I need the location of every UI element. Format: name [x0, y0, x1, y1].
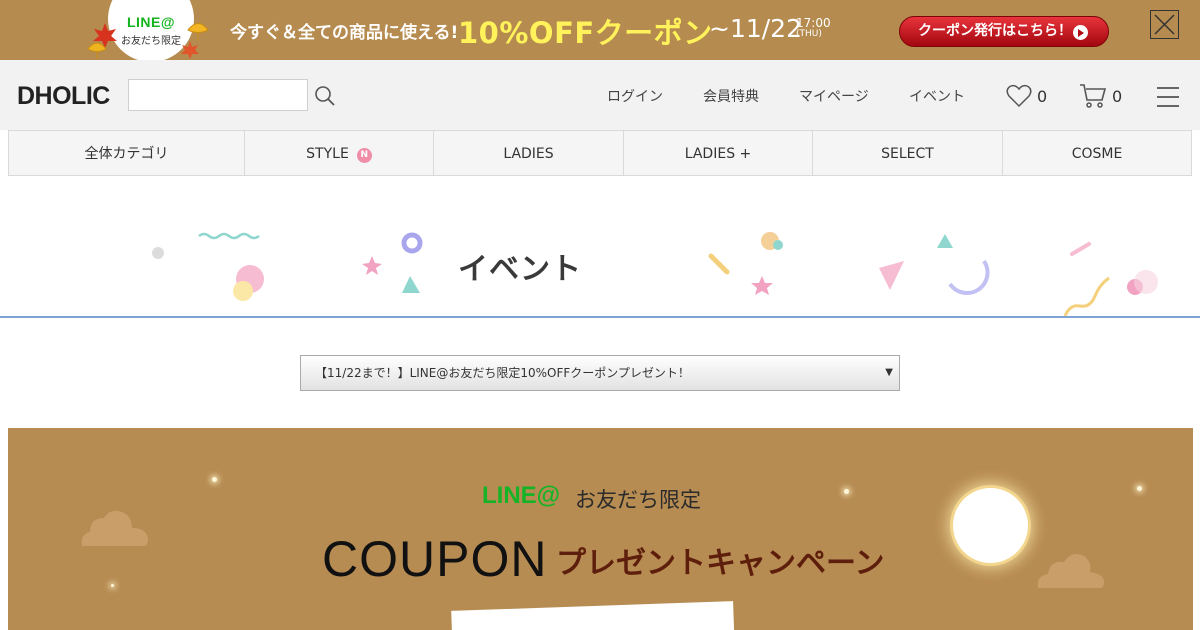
sparkle-icon: [212, 477, 217, 482]
cart-count: 0: [1112, 87, 1123, 106]
category-ladies[interactable]: LADIES: [434, 131, 624, 175]
event-title-area: イベント: [0, 176, 1200, 318]
coupon-heading: COUPON: [322, 531, 548, 587]
present-campaign-heading: プレゼントキャンペーン: [556, 546, 885, 581]
get-coupon-button-label: クーポン発行はこちら！: [918, 23, 1072, 39]
confetti-decoration: [152, 232, 1158, 316]
sparkle-icon: [111, 584, 114, 587]
coupon-campaign-banner: LINE@ お友だち限定 COUPON プレゼントキャンペーン: [8, 428, 1193, 630]
ginkgo-leaf-icon: [187, 23, 209, 41]
search-input[interactable]: [128, 79, 308, 111]
dropdown-arrow-icon: ▼: [885, 367, 893, 378]
promo-end-date: ~11/22: [709, 14, 802, 43]
friends-only-label: お友だち限定: [575, 488, 701, 512]
category-all[interactable]: 全体カテゴリ: [9, 131, 245, 175]
site-logo[interactable]: DHOLIC: [17, 82, 110, 111]
heart-icon[interactable]: [1006, 84, 1032, 108]
login-link[interactable]: ログイン: [607, 86, 663, 106]
promo-time-value: 17:00: [796, 16, 831, 30]
moon-illustration: [953, 488, 1028, 563]
play-arrow-icon: [1073, 25, 1088, 40]
category-nav: 全体カテゴリ STYLE N LADIES LADIES + SELECT COS…: [8, 130, 1192, 176]
category-label: LADIES: [503, 146, 554, 162]
cloud-icon: [1037, 554, 1104, 588]
line-logo: LINE@: [482, 482, 561, 509]
category-label: STYLE: [306, 146, 349, 162]
get-coupon-button[interactable]: クーポン発行はこちら！: [899, 16, 1109, 47]
event-select-dropdown[interactable]: 【11/22まで！】LINE@お友だち限定10%OFFクーポンプレゼント！ ▼: [300, 355, 900, 391]
promo-text: 今すぐ＆全ての商品に使える!: [230, 23, 459, 43]
promo-end-time: 17:00 (THU): [796, 16, 831, 40]
hamburger-menu-icon[interactable]: [1157, 87, 1179, 107]
search-icon[interactable]: [314, 85, 336, 107]
sparkle-icon: [1137, 486, 1142, 491]
new-badge: N: [356, 148, 372, 163]
cart-icon[interactable]: [1079, 82, 1107, 110]
category-style[interactable]: STYLE N: [245, 131, 434, 175]
badge-line-logo: LINE@: [126, 14, 176, 30]
category-label: 全体カテゴリ: [84, 146, 169, 162]
member-benefits-link[interactable]: 会員特典: [703, 86, 759, 106]
promo-weekday: (THU): [796, 29, 822, 39]
wishlist-count: 0: [1037, 87, 1048, 106]
category-label: SELECT: [881, 146, 934, 162]
mypage-link[interactable]: マイページ: [799, 86, 869, 106]
page-title: イベント: [458, 252, 582, 287]
event-select-value: 【11/22まで！】LINE@お友だち限定10%OFFクーポンプレゼント！: [315, 366, 690, 380]
promo-coupon-text: 10%OFFクーポン: [458, 16, 713, 50]
site-header: DHOLIC ログイン 会員特典 マイページ イベント 0 0: [0, 60, 1200, 130]
category-label: COSME: [1071, 146, 1123, 162]
category-ladies-plus[interactable]: LADIES +: [624, 131, 813, 175]
sparkle-icon: [844, 489, 849, 494]
category-select[interactable]: SELECT: [813, 131, 1003, 175]
close-icon: [1154, 14, 1175, 35]
line-coupon-promo-banner[interactable]: LINE@ お友だち限定 今すぐ＆全ての商品に使える! 10%OFFクーポン ~…: [0, 0, 1200, 60]
event-link[interactable]: イベント: [909, 86, 965, 106]
cloud-icon: [81, 510, 148, 546]
category-label: LADIES +: [684, 146, 752, 162]
ginkgo-leaf-icon: [87, 42, 107, 59]
coupon-card: [451, 601, 735, 630]
category-cosme[interactable]: COSME: [1003, 131, 1191, 175]
close-banner-button[interactable]: [1150, 10, 1179, 39]
maple-leaf-icon: [181, 41, 199, 59]
